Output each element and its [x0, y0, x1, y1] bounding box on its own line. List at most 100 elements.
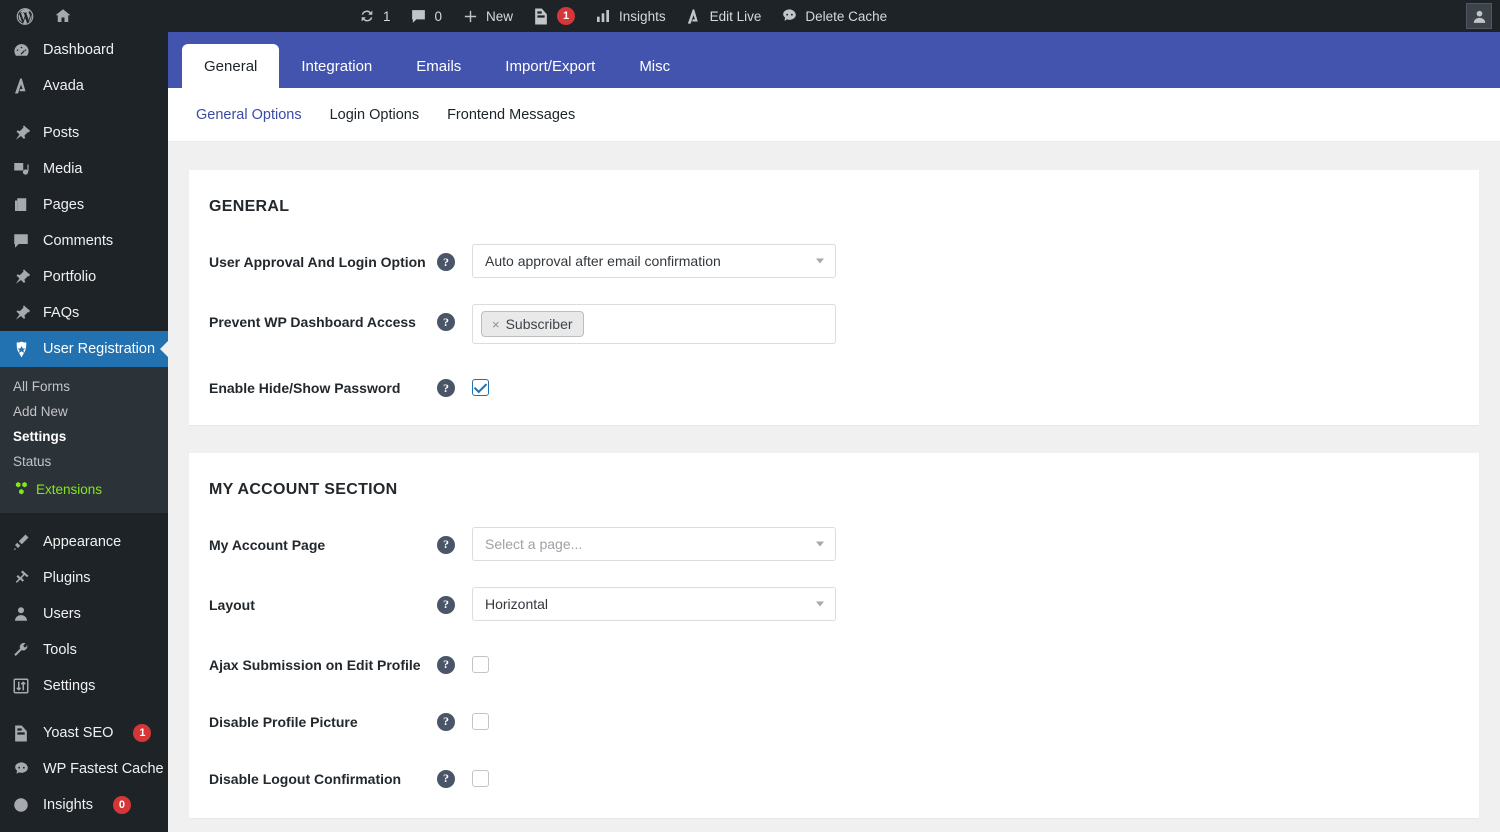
yoast-badge: 1	[557, 7, 576, 25]
submenu-item-settings[interactable]: Settings	[0, 424, 168, 449]
pin-icon	[11, 267, 31, 287]
updates-button[interactable]: 1	[348, 0, 400, 32]
comment-icon	[409, 6, 429, 26]
sidebar-label: Users	[43, 605, 81, 622]
help-icon[interactable]: ?	[437, 313, 455, 331]
sidebar-label: Portfolio	[43, 268, 97, 285]
help-icon[interactable]: ?	[437, 379, 455, 397]
delete-cache-label: Delete Cache	[805, 8, 888, 24]
sidebar-label: Dashboard	[43, 41, 114, 58]
sidebar-item-pages[interactable]: Pages	[0, 187, 168, 223]
submenu-label: Add New	[13, 404, 68, 419]
insights-button[interactable]: Insights	[584, 0, 675, 32]
yoast-badge: 1	[133, 724, 152, 742]
pages-icon	[11, 195, 31, 215]
insights-label: Insights	[619, 8, 666, 24]
admin-sidebar: Dashboard Avada Posts Media Pages Commen…	[0, 32, 168, 832]
user-approval-select[interactable]: Auto approval after email confirmation	[472, 244, 836, 278]
sidebar-item-settings[interactable]: Settings	[0, 668, 168, 704]
wordpress-logo-icon[interactable]	[6, 0, 44, 32]
submenu-item-status[interactable]: Status	[0, 449, 168, 474]
tag-subscriber[interactable]: × Subscriber	[481, 311, 584, 337]
updates-count: 1	[383, 8, 391, 24]
help-icon[interactable]: ?	[437, 595, 455, 614]
field-label: Ajax Submission on Edit Profile	[209, 656, 421, 673]
avada-icon	[684, 6, 704, 26]
home-icon	[53, 6, 73, 26]
select-value: Select a page...	[485, 535, 583, 552]
hexagons-icon	[13, 479, 30, 499]
chevron-down-icon	[816, 541, 824, 546]
layout-select[interactable]: Horizontal	[472, 586, 836, 621]
help-icon[interactable]: ?	[437, 769, 455, 788]
sidebar-item-wp-fastest-cache[interactable]: WP Fastest Cache	[0, 751, 168, 787]
yoast-icon	[531, 6, 551, 26]
field-label: Enable Hide/Show Password	[209, 380, 401, 396]
sidebar-item-portfolio[interactable]: Portfolio	[0, 259, 168, 295]
select-value: Auto approval after email confirmation	[485, 253, 721, 269]
sidebar-item-yoast-seo[interactable]: Yoast SEO 1	[0, 715, 168, 751]
sidebar-separator	[0, 704, 168, 715]
sidebar-label: Insights	[43, 796, 93, 813]
sidebar-item-insights[interactable]: Insights 0	[0, 787, 168, 823]
subtab-general-options[interactable]: General Options	[196, 107, 302, 123]
plug-icon	[11, 568, 31, 588]
sidebar-item-posts[interactable]: Posts	[0, 115, 168, 151]
sidebar-item-user-registration[interactable]: User Registration	[0, 331, 168, 367]
tab-emails[interactable]: Emails	[394, 44, 483, 88]
sidebar-item-comments[interactable]: Comments	[0, 223, 168, 259]
submenu-item-add-new[interactable]: Add New	[0, 399, 168, 424]
help-icon[interactable]: ?	[437, 655, 455, 674]
comments-button[interactable]: 0	[400, 0, 452, 32]
disable-logout-confirmation-checkbox[interactable]	[472, 769, 489, 787]
field-label: Disable Logout Confirmation	[209, 770, 402, 787]
comment-icon	[11, 231, 31, 251]
delete-cache-button[interactable]: Delete Cache	[770, 0, 896, 32]
prevent-dashboard-access-tags[interactable]: × Subscriber	[472, 304, 836, 344]
field-label: Prevent WP Dashboard Access	[209, 314, 416, 330]
tab-general[interactable]: General	[182, 44, 280, 88]
subtab-frontend-messages[interactable]: Frontend Messages	[447, 107, 575, 123]
new-content-button[interactable]: New	[451, 0, 522, 32]
comments-count: 0	[434, 8, 443, 24]
yoast-icon	[11, 723, 31, 743]
sidebar-item-appearance[interactable]: Appearance	[0, 524, 168, 560]
submenu-item-extensions[interactable]: Extensions	[0, 474, 168, 504]
help-icon[interactable]: ?	[437, 253, 455, 271]
wordpress-logo-icon	[15, 6, 35, 26]
home-icon[interactable]	[44, 0, 82, 32]
sidebar-label: Appearance	[43, 533, 122, 550]
field-disable-logout-confirmation: Disable Logout Confirmation ?	[189, 761, 1479, 792]
help-icon[interactable]: ?	[437, 535, 455, 554]
enable-hide-show-password-checkbox[interactable]	[472, 379, 489, 396]
ajax-submission-checkbox[interactable]	[472, 655, 489, 673]
disable-profile-picture-checkbox[interactable]	[472, 712, 489, 730]
my-account-page-select[interactable]: Select a page...	[472, 526, 836, 561]
sidebar-item-tools[interactable]: Tools	[0, 632, 168, 668]
user-icon	[11, 604, 31, 624]
avatar[interactable]	[1466, 3, 1492, 29]
sidebar-label: Posts	[43, 124, 80, 141]
tab-integration[interactable]: Integration	[279, 44, 394, 88]
tab-misc[interactable]: Misc	[617, 44, 692, 88]
panel-title: MY ACCOUNT SECTION	[209, 480, 398, 498]
main-content: General Integration Emails Import/Export…	[168, 32, 1500, 832]
remove-tag-icon[interactable]: ×	[492, 317, 500, 332]
subtab-login-options[interactable]: Login Options	[330, 107, 419, 123]
field-ajax-submission-edit-profile: Ajax Submission on Edit Profile ?	[189, 647, 1479, 678]
sidebar-item-users[interactable]: Users	[0, 596, 168, 632]
dashboard-icon	[11, 40, 31, 60]
field-label: Layout	[209, 596, 255, 613]
help-icon[interactable]: ?	[437, 712, 455, 731]
yoast-seo-button[interactable]: 1	[522, 0, 584, 32]
sidebar-item-media[interactable]: Media	[0, 151, 168, 187]
edit-live-button[interactable]: Edit Live	[675, 0, 771, 32]
submenu-item-all-forms[interactable]: All Forms	[0, 374, 168, 399]
field-disable-profile-picture: Disable Profile Picture ?	[189, 704, 1479, 735]
tab-import-export[interactable]: Import/Export	[483, 44, 617, 88]
sidebar-item-plugins[interactable]: Plugins	[0, 560, 168, 596]
sidebar-item-dashboard[interactable]: Dashboard	[0, 32, 168, 68]
sidebar-item-avada[interactable]: Avada	[0, 68, 168, 104]
sidebar-item-faqs[interactable]: FAQs	[0, 295, 168, 331]
field-label: My Account Page	[209, 536, 326, 553]
